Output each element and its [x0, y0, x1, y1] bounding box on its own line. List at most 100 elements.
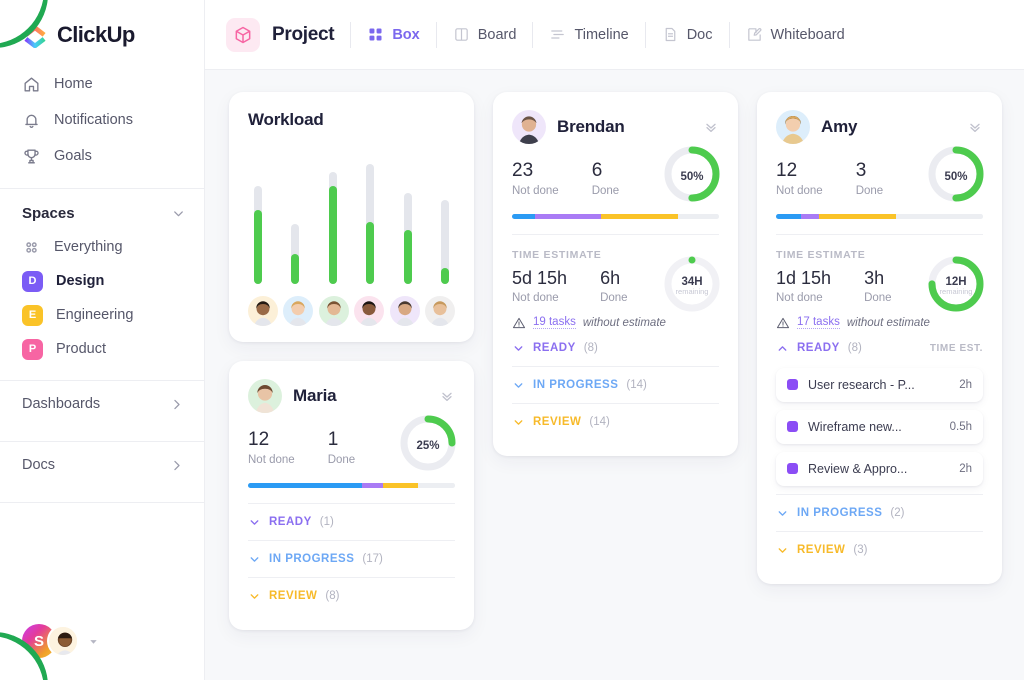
workload-bar[interactable] — [403, 192, 412, 284]
chevron-down-icon[interactable] — [512, 416, 525, 429]
chevron-right-icon[interactable] — [169, 458, 184, 473]
chevron-down-icon[interactable] — [776, 544, 789, 557]
sidebar: ClickUp Home Notifications Goals Spaces … — [0, 0, 205, 680]
tab-board[interactable]: Board — [437, 18, 533, 52]
progress-bar-amy — [776, 213, 983, 219]
chevron-down-icon[interactable] — [248, 516, 261, 529]
workload-avatar[interactable] — [248, 296, 278, 326]
tab-timeline[interactable]: Timeline — [533, 18, 644, 52]
chevron-up-icon[interactable] — [776, 342, 789, 355]
workload-bar[interactable] — [328, 172, 337, 284]
sidebar-item-engineering[interactable]: E Engineering — [0, 298, 204, 332]
avatar[interactable] — [776, 110, 810, 144]
task-status-dot[interactable] — [787, 379, 798, 391]
card-header: Brendan — [512, 110, 719, 144]
task-row[interactable]: Review & Appro... 2h — [776, 451, 983, 486]
tab-label-board: Board — [477, 26, 517, 43]
brand-name: ClickUp — [57, 22, 135, 47]
status-row-review[interactable]: REVIEW (14) — [512, 404, 719, 440]
time-estimate-row: 1d 15h Not done 3h Done 12H remaining — [776, 256, 984, 312]
chevron-right-icon[interactable] — [169, 397, 184, 412]
avatar[interactable] — [248, 379, 282, 413]
sidebar-item-everything[interactable]: Everything — [0, 230, 204, 264]
chevron-double-down-icon[interactable] — [967, 119, 983, 135]
done-label: Done — [327, 453, 356, 466]
spaces-section-header[interactable]: Spaces — [0, 189, 204, 230]
sidebar-divider-4 — [0, 502, 204, 503]
status-row-review[interactable]: REVIEW (3) — [776, 532, 983, 568]
bell-icon — [25, 114, 38, 128]
avatar-image — [354, 296, 385, 326]
sidebar-item-notifications[interactable]: Notifications — [0, 102, 204, 138]
member-card-brendan: Brendan 23 Not done 6 Done 50% TIME ESTI… — [493, 92, 738, 456]
stats-row: 23 Not done 6 Done 50% — [512, 146, 720, 202]
workload-avatar[interactable] — [354, 296, 385, 326]
tab-box[interactable]: Box — [351, 18, 435, 52]
workload-bar-fill — [440, 268, 449, 284]
progress-donut-maria: 25% — [397, 412, 459, 479]
progress-segment — [512, 213, 535, 219]
status-row-ready[interactable]: READY (8) — [512, 330, 719, 366]
brand-logo[interactable]: ClickUp — [0, 0, 204, 62]
status-count: (8) — [583, 342, 598, 355]
status-row-review[interactable]: REVIEW (8) — [248, 578, 455, 614]
te-done-value: 6h — [600, 267, 621, 288]
avatar[interactable] — [512, 110, 546, 144]
progress-segment — [361, 482, 383, 488]
chevron-double-down-icon[interactable] — [703, 119, 719, 135]
member-name-maria: Maria — [293, 386, 337, 405]
chevron-down-icon[interactable] — [248, 553, 261, 566]
timeline-icon — [551, 30, 565, 39]
caret-down-icon[interactable] — [88, 636, 99, 647]
status-row-ready[interactable]: READY (1) — [248, 504, 455, 540]
workload-avatar-row — [248, 296, 455, 326]
workload-avatar[interactable] — [318, 296, 349, 326]
te-not-done-label: Not done — [776, 291, 823, 304]
user-menu[interactable]: S — [0, 624, 204, 680]
sidebar-item-product[interactable]: P Product — [0, 332, 204, 366]
stat-not-done: 12 Not done — [248, 429, 295, 466]
tab-doc[interactable]: Doc — [646, 18, 729, 52]
workload-bar[interactable] — [440, 200, 449, 284]
task-status-dot[interactable] — [787, 421, 798, 433]
chevron-down-icon[interactable] — [248, 590, 261, 603]
workload-bar[interactable] — [366, 164, 375, 284]
progress-donut-brendan: 50% — [661, 143, 723, 210]
workload-bar[interactable] — [291, 224, 300, 284]
chevron-down-icon[interactable] — [512, 379, 525, 392]
member-name-amy: Amy — [821, 117, 858, 136]
avatar-image-amy — [776, 110, 810, 144]
progress-segment — [601, 213, 678, 219]
tab-whiteboard[interactable]: Whiteboard — [730, 18, 861, 52]
stat-not-done: 23 Not done — [512, 160, 559, 197]
sidebar-item-home[interactable]: Home — [0, 66, 204, 102]
workload-bar[interactable] — [254, 185, 262, 284]
avatar[interactable] — [47, 625, 79, 657]
not-done-count: 12 — [776, 160, 798, 181]
workload-avatar[interactable] — [389, 296, 420, 326]
tab-label-timeline: Timeline — [574, 26, 629, 43]
project-title-group[interactable]: Project — [226, 17, 350, 52]
status-count: (17) — [362, 553, 383, 566]
status-row-in-progress[interactable]: IN PROGRESS (2) — [776, 495, 983, 531]
status-row-in-progress[interactable]: IN PROGRESS (14) — [512, 367, 719, 403]
status-row-ready[interactable]: READY (8) TIME EST. — [776, 330, 983, 366]
status-row-in-progress[interactable]: IN PROGRESS (17) — [248, 541, 455, 577]
sidebar-item-goals[interactable]: Goals — [0, 138, 204, 174]
sidebar-item-docs[interactable]: Docs — [0, 442, 204, 488]
warning-link-amy[interactable]: 17 tasks — [797, 316, 840, 330]
task-row[interactable]: Wireframe new... 0.5h — [776, 409, 983, 444]
workload-avatar[interactable] — [424, 296, 455, 326]
chevron-down-icon[interactable] — [776, 507, 789, 520]
task-status-dot[interactable] — [787, 463, 798, 475]
progress-segment — [534, 213, 601, 219]
done-label: Done — [855, 184, 884, 197]
chevron-double-down-icon[interactable] — [439, 388, 455, 404]
task-row[interactable]: User research - P... 2h — [776, 367, 983, 402]
chevron-down-icon[interactable] — [171, 206, 186, 221]
sidebar-item-design[interactable]: D Design — [0, 264, 204, 298]
sidebar-item-dashboards[interactable]: Dashboards — [0, 381, 204, 427]
workload-avatar[interactable] — [283, 296, 314, 326]
warning-link-brendan[interactable]: 19 tasks — [533, 316, 576, 330]
chevron-down-icon[interactable] — [512, 342, 525, 355]
